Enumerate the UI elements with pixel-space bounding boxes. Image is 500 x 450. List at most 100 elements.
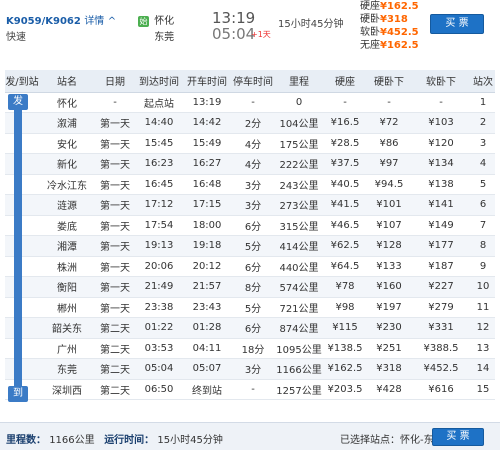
date: 第二天 <box>95 379 135 400</box>
price-row: 硬座¥162.5 <box>360 1 419 12</box>
mileage: 1095公里 <box>275 338 323 359</box>
table-row[interactable]: 深圳西 第二天 06:50 终到站 -1257公里 ¥203.5 ¥428 ¥616 15 <box>5 379 495 400</box>
mileage-label: 里程数： <box>6 435 46 446</box>
col-stop-no: 站次 <box>471 70 495 93</box>
rail-cell <box>5 317 39 339</box>
hard-sleeper-price: ¥230 <box>367 317 411 339</box>
stop-no: 11 <box>471 297 495 318</box>
table-row[interactable]: 安化 第一天 15:45 15:49 4分 175公里 ¥28.5 ¥86 ¥120 3 <box>5 133 495 154</box>
date: 第一天 <box>95 194 135 216</box>
station-name: 郴州 <box>39 297 95 318</box>
table-row[interactable]: 东莞 第二天 05:04 05:07 3分 1166公里 ¥162.5 ¥318 ¥452.5 1… <box>5 358 495 380</box>
stop-time: 5分 <box>231 297 275 318</box>
stop-time: 6分 <box>231 215 275 236</box>
stop-time: 3分 <box>231 174 275 195</box>
table-row[interactable]: 怀化 - 起点站 13:19-0- - -1 <box>5 92 495 113</box>
runtime-value: 15小时45分钟 <box>157 435 223 446</box>
detail-link[interactable]: 详情 <box>84 16 104 27</box>
table-row[interactable]: 冷水江东 第一天 16:45 16:48 3分 243公里 ¥40.5 ¥94.5 ¥138 5 <box>5 174 495 195</box>
train-number[interactable]: K9059/K9062 详情 ^ <box>6 12 116 27</box>
hard-sleeper-price: ¥428 <box>367 379 411 400</box>
arrive-marker: 到 <box>8 386 28 402</box>
arrive-time: 14:40 <box>135 112 183 134</box>
table-row[interactable]: 广州 第二天 03:53 04:11 18分 1095公里 ¥138.5 ¥251 ¥388.5… <box>5 338 495 359</box>
arrive-time: 17:12 <box>135 194 183 216</box>
soft-sleeper-price: ¥279 <box>411 297 471 318</box>
chevron-up-icon[interactable]: ^ <box>108 16 116 27</box>
stop-no: 9 <box>471 256 495 277</box>
date: 第一天 <box>95 297 135 318</box>
stop-time: 2分 <box>231 112 275 134</box>
date: 第一天 <box>95 112 135 134</box>
date: 第一天 <box>95 235 135 257</box>
mileage: 222公里 <box>275 153 323 175</box>
rail-cell <box>5 174 39 195</box>
station-name: 广州 <box>39 338 95 359</box>
price-row: 硬卧¥318 <box>360 14 408 25</box>
table-row[interactable]: 湘潭 第一天 19:13 19:18 5分 414公里 ¥62.5 ¥128 ¥177 8 <box>5 235 495 257</box>
soft-sleeper-price: ¥103 <box>411 112 471 134</box>
hard-seat-price: ¥98 <box>323 297 367 318</box>
table-row[interactable]: 涟源 第一天 17:12 17:15 3分 273公里 ¥41.5 ¥101 ¥141 6 <box>5 194 495 216</box>
arrive-time: 06:50 <box>135 379 183 400</box>
depart-time: 15:49 <box>183 133 231 154</box>
schedule-table: 发/到站 站名 日期 到达时间 开车时间 停车时间 里程 硬座 硬卧下 软卧下 站次 怀化 - 起点站 1… <box>5 70 495 400</box>
stop-time: 18分 <box>231 338 275 359</box>
stop-no: 1 <box>471 92 495 113</box>
soft-sleeper-price: ¥177 <box>411 235 471 257</box>
station-name: 涟源 <box>39 194 95 216</box>
mileage: 414公里 <box>275 235 323 257</box>
stop-no: 4 <box>471 153 495 175</box>
arrive-time: 01:22 <box>135 317 183 339</box>
col-date: 日期 <box>95 70 135 93</box>
col-soft-sleeper: 软卧下 <box>411 70 471 93</box>
depart-time: 13:19 <box>183 92 231 113</box>
buy-ticket-button[interactable]: 买 票 <box>430 14 484 34</box>
from-station: 始 怀化 <box>138 12 174 27</box>
arrive-time: 21:49 <box>135 276 183 298</box>
train-number-text[interactable]: K9059/K9062 <box>6 16 81 27</box>
soft-sleeper-price: ¥331 <box>411 317 471 339</box>
arrive-time: 23:38 <box>135 297 183 318</box>
footer-buy-ticket-button[interactable]: 买 票 <box>432 428 484 446</box>
arrive-time: 05:04 <box>135 358 183 380</box>
station-name: 株洲 <box>39 256 95 277</box>
mileage: 315公里 <box>275 215 323 236</box>
hard-sleeper-price: ¥133 <box>367 256 411 277</box>
station-name: 新化 <box>39 153 95 175</box>
date: 第一天 <box>95 276 135 298</box>
col-stop-time: 停车时间 <box>231 70 275 93</box>
rail-cell <box>5 235 39 257</box>
arrive-time: 20:06 <box>135 256 183 277</box>
table-row[interactable]: 溆浦 第一天 14:40 14:42 2分 104公里 ¥16.5 ¥72 ¥103 2 <box>5 112 495 134</box>
depart-time: 18:00 <box>183 215 231 236</box>
stop-no: 3 <box>471 133 495 154</box>
hard-seat-price: ¥16.5 <box>323 112 367 134</box>
mileage: 721公里 <box>275 297 323 318</box>
depart-time: 01:28 <box>183 317 231 339</box>
to-badge-spacer <box>138 29 149 40</box>
stop-no: 10 <box>471 276 495 298</box>
mileage: 104公里 <box>275 112 323 134</box>
table-row[interactable]: 新化 第一天 16:23 16:27 4分 222公里 ¥37.5 ¥97 ¥134 4 <box>5 153 495 175</box>
hard-sleeper-price: ¥318 <box>367 358 411 380</box>
hard-sleeper-price: ¥197 <box>367 297 411 318</box>
hard-sleeper-price: ¥107 <box>367 215 411 236</box>
mileage: 440公里 <box>275 256 323 277</box>
table-row[interactable]: 郴州 第一天 23:38 23:43 5分 721公里 ¥98 ¥197 ¥279 11 <box>5 297 495 318</box>
mileage: 574公里 <box>275 276 323 298</box>
date: 第二天 <box>95 317 135 339</box>
hard-seat-price: ¥62.5 <box>323 235 367 257</box>
hard-sleeper-price: - <box>367 92 411 113</box>
table-row[interactable]: 株洲 第一天 20:06 20:12 6分 440公里 ¥64.5 ¥133 ¥187 9 <box>5 256 495 277</box>
soft-sleeper-price: ¥452.5 <box>411 358 471 380</box>
station-name: 怀化 <box>39 92 95 113</box>
stop-no: 8 <box>471 235 495 257</box>
depart-time: 16:27 <box>183 153 231 175</box>
rail-cell <box>5 133 39 154</box>
table-row[interactable]: 娄底 第一天 17:54 18:00 6分 315公里 ¥46.5 ¥107 ¥149 7 <box>5 215 495 236</box>
table-row[interactable]: 韶关东 第二天 01:22 01:28 6分 874公里 ¥115 ¥230 ¥331 12 <box>5 317 495 339</box>
hard-seat-price: ¥203.5 <box>323 379 367 400</box>
stop-no: 2 <box>471 112 495 134</box>
table-row[interactable]: 衡阳 第一天 21:49 21:57 8分 574公里 ¥78 ¥160 ¥227 10 <box>5 276 495 298</box>
